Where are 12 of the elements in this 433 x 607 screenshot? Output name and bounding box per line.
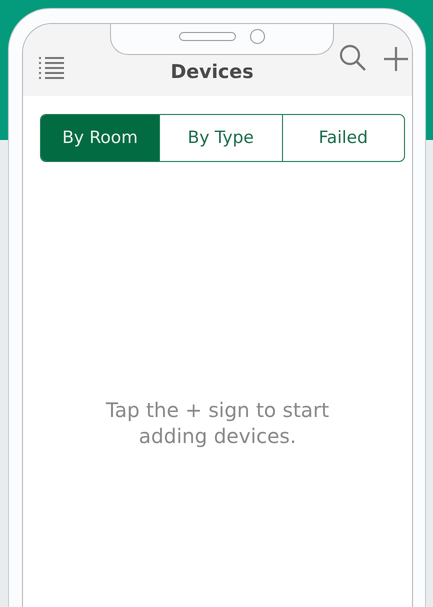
menu-button[interactable] bbox=[39, 57, 65, 79]
speaker-icon bbox=[179, 32, 236, 41]
camera-icon bbox=[250, 29, 265, 44]
add-button[interactable] bbox=[384, 47, 408, 71]
header-title: Devices bbox=[169, 61, 254, 83]
empty-message: Tap the + sign to start adding devices. bbox=[104, 397, 330, 449]
plus-icon bbox=[384, 47, 408, 71]
menu-icon bbox=[39, 57, 65, 79]
segment-tab[interactable]: By Room bbox=[41, 115, 160, 161]
search-button[interactable] bbox=[339, 44, 366, 71]
search-icon bbox=[339, 44, 366, 71]
segment-tab[interactable]: Failed bbox=[282, 115, 404, 161]
